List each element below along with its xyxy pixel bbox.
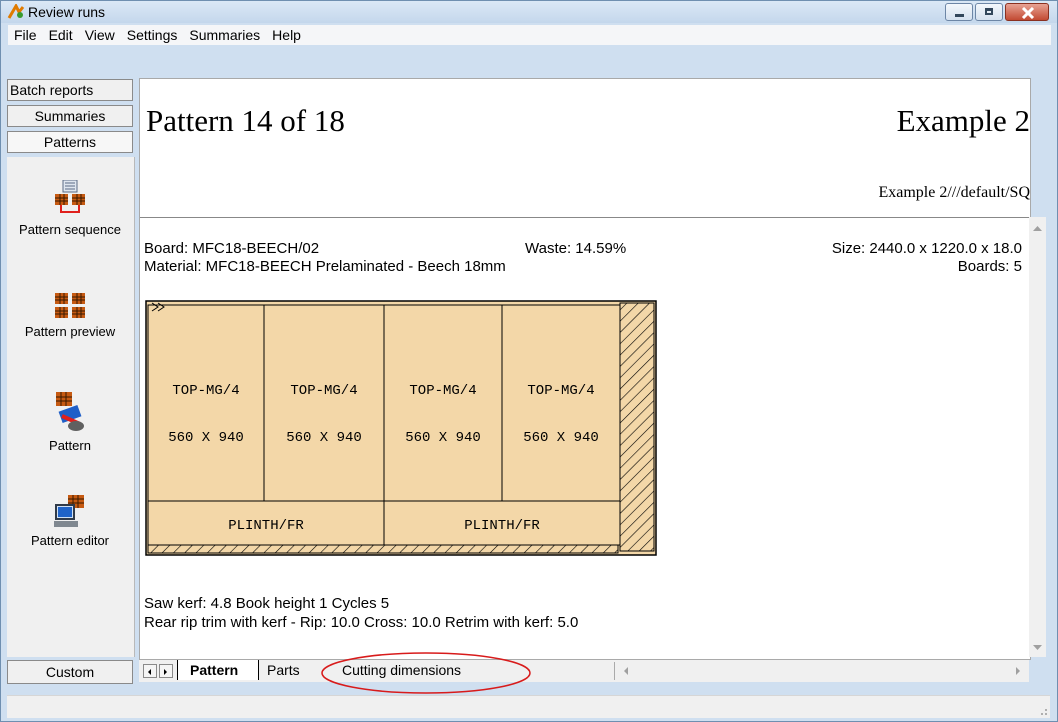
part-top-1-dims: 560 X 940 xyxy=(168,430,244,446)
horizontal-scrollbar[interactable] xyxy=(614,662,1029,680)
scroll-down-icon xyxy=(1033,645,1042,650)
resize-grip-icon xyxy=(1041,709,1047,715)
bottom-tab-strip: Pattern Parts Cutting dimensions xyxy=(139,660,1029,682)
nav-pattern-preview-label: Pattern preview xyxy=(24,324,116,339)
nav-pattern-preview[interactable]: Pattern preview xyxy=(7,290,133,340)
menu-view[interactable]: View xyxy=(79,27,121,43)
highlight-ellipse xyxy=(321,652,531,694)
menu-bar: File Edit View Settings Summaries Help xyxy=(8,25,1051,45)
board-info: Board: MFC18-BEECH/02 xyxy=(144,240,320,257)
part-plinth-1[interactable]: PLINTH/FR xyxy=(147,500,385,546)
pattern-sequence-icon xyxy=(55,180,85,213)
maximize-button[interactable] xyxy=(975,3,1003,21)
menu-file[interactable]: File xyxy=(8,27,43,43)
part-plinth-1-label: PLINTH/FR xyxy=(228,518,304,534)
arrow-right-icon xyxy=(164,669,167,675)
nav-pattern-sequence-label: Pattern sequence xyxy=(19,222,121,237)
tab-pattern[interactable]: Pattern xyxy=(177,660,259,680)
size-info: Size: 2440.0 x 1220.0 x 18.0 xyxy=(831,240,1022,257)
tab-parts[interactable]: Parts xyxy=(257,662,317,680)
tab-scroll-right-button[interactable] xyxy=(159,664,173,678)
part-top-1[interactable]: TOP-MG/4 560 X 940 xyxy=(147,304,265,502)
close-icon xyxy=(1021,7,1035,19)
tab-scroll-left-button[interactable] xyxy=(143,664,157,678)
status-bar xyxy=(7,695,1050,718)
run-title: Example 2 xyxy=(896,103,1030,138)
boards-info: Boards: 5 xyxy=(957,258,1022,275)
title-bar: Review runs xyxy=(1,1,1057,23)
patterns-tab[interactable]: Patterns xyxy=(7,131,133,153)
saw-kerf-info: Saw kerf: 4.8 Book height 1 Cycles 5 xyxy=(144,595,390,612)
part-top-2[interactable]: TOP-MG/4 560 X 940 xyxy=(263,304,385,502)
hscroll-left-icon xyxy=(624,667,628,675)
page-title: Pattern 14 of 18 xyxy=(146,103,345,138)
pattern-icon xyxy=(56,392,84,431)
pattern-editor-icon xyxy=(54,495,84,527)
nav-pattern-editor[interactable]: Pattern editor xyxy=(7,495,133,549)
custom-button[interactable]: Custom xyxy=(7,660,133,684)
part-plinth-2[interactable]: PLINTH/FR xyxy=(383,500,621,546)
run-path: Example 2///default/SQ xyxy=(878,184,1030,201)
part-top-4-label: TOP-MG/4 xyxy=(527,383,594,399)
waste-info: Waste: 14.59% xyxy=(525,240,627,257)
pattern-view: Pattern 14 of 18 Example 2 Example 2///d… xyxy=(139,78,1031,660)
minimize-button[interactable] xyxy=(945,3,973,21)
part-plinth-2-label: PLINTH/FR xyxy=(464,518,540,534)
menu-summaries[interactable]: Summaries xyxy=(183,27,266,43)
part-top-3[interactable]: TOP-MG/4 560 X 940 xyxy=(383,304,503,502)
waste-strip-bottom xyxy=(147,544,619,554)
pattern-header: Pattern 14 of 18 Example 2 Example 2///d… xyxy=(140,79,1030,218)
part-top-2-label: TOP-MG/4 xyxy=(290,383,357,399)
nav-pattern-label: Pattern xyxy=(49,438,91,453)
tab-parts-label: Parts xyxy=(267,662,300,678)
trim-info: Rear rip trim with kerf - Rip: 10.0 Cros… xyxy=(144,614,579,631)
nav-pattern-editor-label: Pattern editor xyxy=(30,533,110,548)
tab-pattern-label: Pattern xyxy=(190,662,239,678)
nav-pattern[interactable]: Pattern xyxy=(7,390,133,454)
summaries-tab[interactable]: Summaries xyxy=(7,105,133,127)
batch-reports-tab[interactable]: Batch reports xyxy=(7,79,133,101)
cutting-pattern-diagram: TOP-MG/4 560 X 940 TOP-MG/4 560 X 940 TO… xyxy=(145,300,657,556)
part-top-1-label: TOP-MG/4 xyxy=(172,383,239,399)
vertical-scrollbar[interactable] xyxy=(1029,217,1046,657)
menu-edit[interactable]: Edit xyxy=(43,27,79,43)
waste-strip-right xyxy=(619,302,655,552)
part-top-3-label: TOP-MG/4 xyxy=(409,383,476,399)
menu-settings[interactable]: Settings xyxy=(121,27,184,43)
hscroll-right-icon xyxy=(1016,667,1020,675)
app-icon xyxy=(7,4,25,19)
part-top-4-dims: 560 X 940 xyxy=(523,430,599,446)
pattern-preview-icon xyxy=(55,293,85,318)
window-title: Review runs xyxy=(28,4,106,20)
part-top-3-dims: 560 X 940 xyxy=(405,430,481,446)
maximize-icon xyxy=(985,8,993,15)
scroll-up-icon xyxy=(1033,226,1042,231)
part-top-2-dims: 560 X 940 xyxy=(286,430,362,446)
arrow-left-icon xyxy=(148,669,151,675)
nav-pattern-sequence[interactable]: Pattern sequence xyxy=(7,180,133,238)
part-top-4[interactable]: TOP-MG/4 560 X 940 xyxy=(501,304,621,502)
minimize-icon xyxy=(955,14,964,17)
close-button[interactable] xyxy=(1005,3,1049,21)
menu-help[interactable]: Help xyxy=(266,27,307,43)
material-info: Material: MFC18-BEECH Prelaminated - Bee… xyxy=(144,258,506,275)
